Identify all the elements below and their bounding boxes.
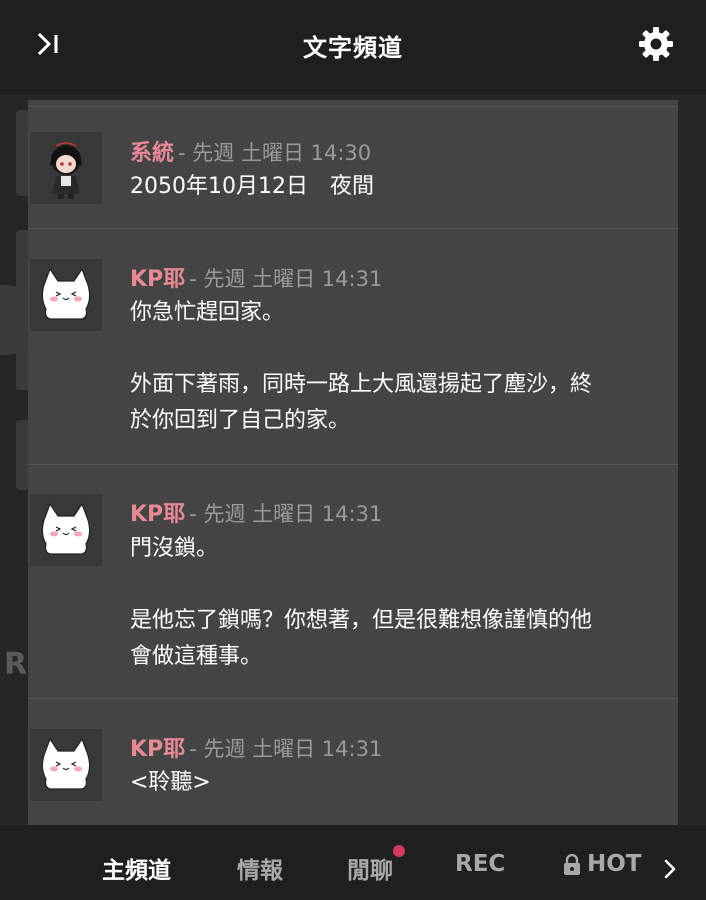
tab-label: 情報 (237, 858, 283, 884)
tab-label: REC (455, 851, 506, 877)
white-cat-avatar[interactable] (30, 494, 102, 566)
message-body: 門沒鎖。 是他忘了鎖嗎？你想著，但是很難想像謹慎的他 會做這種事。 (130, 531, 675, 675)
white-cat-avatar[interactable] (30, 259, 102, 331)
author-name[interactable]: 系統 (130, 141, 174, 166)
message-line: 會做這種事。 (130, 644, 263, 669)
message-body: <聆聽> (130, 765, 675, 801)
author-name[interactable]: KP耶 (130, 737, 185, 762)
message-meta: KP耶 - 先週 土曜日 14:31 (130, 261, 382, 293)
message-item: KP耶 - 先週 土曜日 14:31 你急忙趕回家。 外面下著雨，同時一路上大風還… (28, 228, 678, 464)
message-line: 門沒鎖。 (130, 536, 219, 561)
message-line (130, 567, 675, 603)
message-meta: KP耶 - 先週 土曜日 14:31 (130, 731, 382, 763)
message-line: 是他忘了鎖嗎？你想著，但是很難想像謹慎的他 (130, 608, 593, 633)
message-time: - 先週 土曜日 14:31 (189, 737, 383, 761)
lock-icon (564, 853, 580, 875)
white-cat-avatar[interactable] (30, 729, 102, 801)
message-line: 2050年10月12日 夜間 (130, 174, 374, 199)
message-item: KP耶 - 先週 土曜日 14:31 <聆聽> (28, 698, 678, 825)
message-meta: KP耶 - 先週 土曜日 14:31 (130, 496, 382, 528)
tab-info[interactable]: 情報 (237, 851, 283, 885)
tab-label: 閒聊 (347, 858, 393, 884)
channel-tab-bar: 主頻道 情報 閒聊 REC HOT (0, 825, 706, 900)
channel-title: 文字頻道 (303, 34, 403, 62)
top-bar: 文字頻道 (0, 0, 706, 95)
tab-label: 主頻道 (102, 858, 171, 884)
message-line (130, 331, 675, 367)
message-item: 系統 - 先週 土曜日 14:30 2050年10月12日 夜間 (28, 106, 678, 228)
tab-hot[interactable]: HOT (563, 851, 645, 883)
message-body: 你急忙趕回家。 外面下著雨，同時一路上大風還揚起了塵沙，終 於你回到了自己的家。 (130, 295, 675, 439)
author-name[interactable]: KP耶 (130, 267, 185, 292)
chevron-right-icon[interactable] (658, 852, 684, 886)
gear-icon[interactable] (636, 24, 676, 64)
message-meta: 系統 - 先週 土曜日 14:30 (130, 135, 371, 167)
message-time: - 先週 土曜日 14:31 (189, 267, 383, 291)
tab-main-channel[interactable]: 主頻道 (102, 851, 171, 885)
message-item: KP耶 - 先週 土曜日 14:31 門沒鎖。 是他忘了鎖嗎？你想著，但是很難想像… (28, 464, 678, 700)
message-line: 於你回到了自己的家。 (130, 408, 351, 433)
tab-label: HOT (587, 851, 642, 877)
message-time: - 先週 土曜日 14:31 (189, 502, 383, 526)
message-body: 2050年10月12日 夜間 (130, 169, 675, 205)
chibi-character-avatar[interactable] (30, 132, 102, 204)
tab-chat[interactable]: 閒聊 (347, 845, 405, 885)
message-line: 外面下著雨，同時一路上大風還揚起了塵沙，終 (130, 372, 593, 397)
tab-rec[interactable]: REC (455, 851, 505, 877)
unread-dot-badge (393, 845, 405, 857)
background-letter: R (4, 647, 28, 682)
message-line: 你急忙趕回家。 (130, 300, 285, 325)
author-name[interactable]: KP耶 (130, 502, 185, 527)
message-list[interactable]: 系統 - 先週 土曜日 14:30 2050年10月12日 夜間 KP耶 - 先週 … (28, 100, 678, 825)
message-line: <聆聽> (130, 770, 211, 795)
message-time: - 先週 土曜日 14:30 (178, 141, 372, 165)
